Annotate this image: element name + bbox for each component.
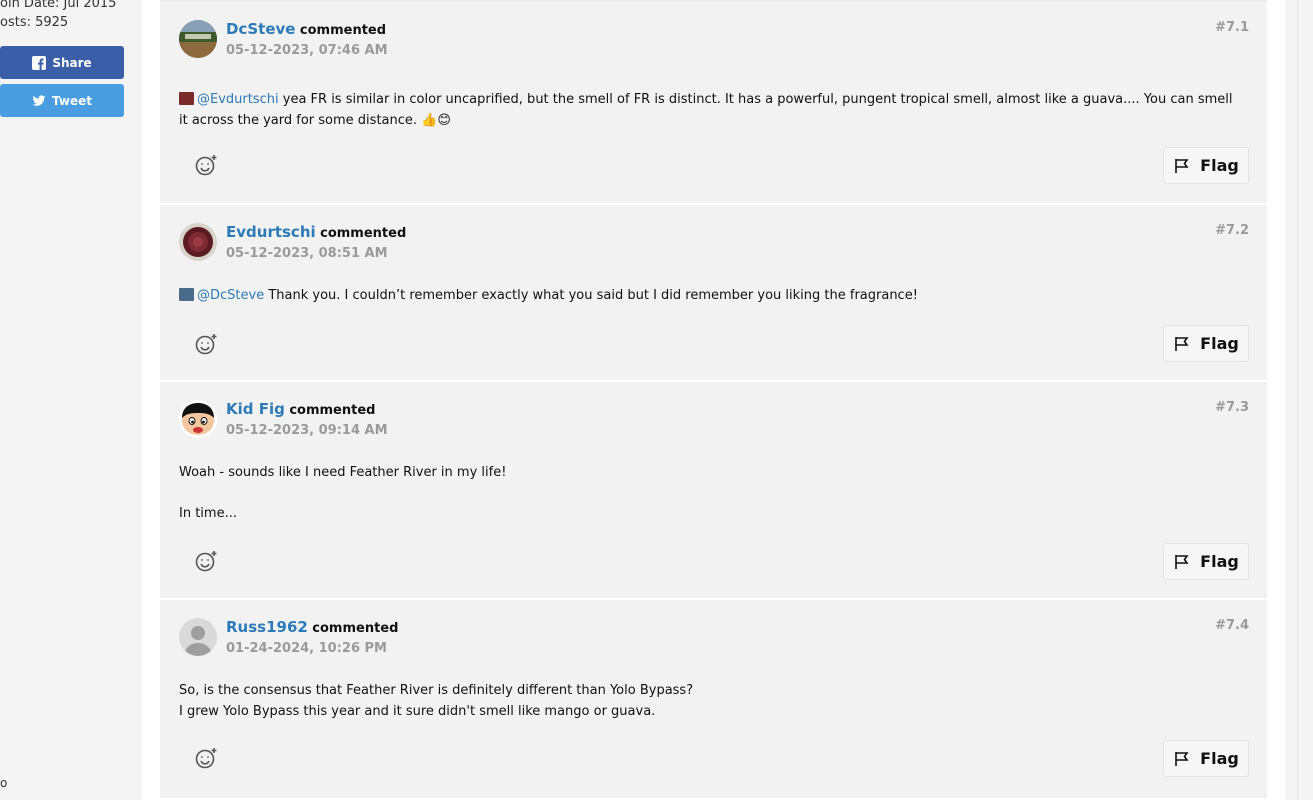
commented-label: commented xyxy=(299,23,387,38)
comment-date: 05-12-2023, 08:51 AM xyxy=(226,246,388,261)
join-date: oin Date: Jul 2015 xyxy=(0,0,117,11)
flag-icon xyxy=(1175,751,1189,766)
flag-icon xyxy=(1175,158,1189,173)
flag-button[interactable]: Flag xyxy=(1163,543,1249,580)
flag-label: Flag xyxy=(1200,552,1239,571)
comment-item: Kid Fig commented 05-12-2023, 09:14 AM #… xyxy=(160,382,1267,600)
comment-number[interactable]: #7.1 xyxy=(1215,20,1249,35)
author-link[interactable]: Kid Fig xyxy=(226,400,285,418)
comment-text-line: Woah - sounds like I need Feather River … xyxy=(179,465,507,480)
comment-date: 05-12-2023, 09:14 AM xyxy=(226,423,388,438)
comment-body: @Evdurtschi yea FR is similar in color u… xyxy=(179,89,1239,131)
default-user-avatar-icon[interactable] xyxy=(179,618,217,656)
comment-number[interactable]: #7.4 xyxy=(1215,618,1249,633)
flag-label: Flag xyxy=(1200,156,1239,175)
twitter-icon xyxy=(32,94,46,106)
sidebar: oin Date: Jul 2015 osts: 5925 Share Twee… xyxy=(0,0,142,800)
commented-label: commented xyxy=(289,403,376,418)
comment-body: Woah - sounds like I need Feather River … xyxy=(179,462,1239,524)
comment-text-line: In time... xyxy=(179,506,237,521)
add-reaction-icon[interactable] xyxy=(194,746,218,770)
comment-date: 05-12-2023, 07:46 AM xyxy=(226,43,388,58)
scroll-divider xyxy=(1297,0,1298,800)
add-reaction-icon[interactable] xyxy=(194,153,218,177)
tweet-button[interactable]: Tweet xyxy=(0,84,124,117)
author-link[interactable]: DcSteve xyxy=(226,20,295,38)
flag-label: Flag xyxy=(1200,749,1239,768)
flag-button[interactable]: Flag xyxy=(1163,325,1249,362)
flag-icon xyxy=(1175,554,1189,569)
comment-number[interactable]: #7.2 xyxy=(1215,223,1249,238)
author-line: DcSteve commented xyxy=(226,20,386,38)
comment-text-line: I grew Yolo Bypass this year and it sure… xyxy=(179,704,656,719)
comment-list: DcSteve commented 05-12-2023, 07:46 AM #… xyxy=(160,0,1267,800)
author-link[interactable]: Evdurtschi xyxy=(226,223,316,241)
flag-button[interactable]: Flag xyxy=(1163,740,1249,777)
commented-label: commented xyxy=(320,226,407,241)
comment-text: yea FR is similar in color uncaprified, … xyxy=(179,92,1233,128)
flag-icon xyxy=(1175,336,1189,351)
comment-item: DcSteve commented 05-12-2023, 07:46 AM #… xyxy=(160,0,1267,205)
share-label: Share xyxy=(52,55,92,70)
flag-button[interactable]: Flag xyxy=(1163,147,1249,184)
comment-number[interactable]: #7.3 xyxy=(1215,400,1249,415)
commented-label: commented xyxy=(312,621,399,636)
author-line: Russ1962 commented xyxy=(226,618,398,636)
evdurtschi-mini-avatar-icon xyxy=(179,92,194,105)
user-meta: oin Date: Jul 2015 osts: 5925 xyxy=(0,0,116,32)
mention-link[interactable]: @Evdurtschi xyxy=(197,92,279,107)
comment-item: Evdurtschi commented 05-12-2023, 08:51 A… xyxy=(160,205,1267,382)
flag-label: Flag xyxy=(1200,334,1239,353)
kidfig-avatar-icon[interactable] xyxy=(179,400,217,438)
author-line: Evdurtschi commented xyxy=(226,223,406,241)
add-reaction-icon[interactable] xyxy=(194,332,218,356)
comment-date: 01-24-2024, 10:26 PM xyxy=(226,641,387,656)
right-gutter xyxy=(1285,0,1313,800)
comment-item: Russ1962 commented 01-24-2024, 10:26 PM … xyxy=(160,600,1267,800)
facebook-share-button[interactable]: Share xyxy=(0,46,124,79)
dcsteve-avatar-icon[interactable] xyxy=(179,20,217,58)
comment-body: So, is the consensus that Feather River … xyxy=(179,680,1239,722)
facebook-icon xyxy=(32,55,47,70)
post-count: osts: 5925 xyxy=(0,15,69,30)
comment-body: @DcSteve Thank you. I couldn’t remember … xyxy=(179,285,1239,306)
main-panel: DcSteve commented 05-12-2023, 07:46 AM #… xyxy=(142,0,1285,800)
add-reaction-icon[interactable] xyxy=(194,549,218,573)
evdurtschi-avatar-icon[interactable] xyxy=(179,223,217,261)
dcsteve-mini-avatar-icon xyxy=(179,288,194,301)
author-line: Kid Fig commented xyxy=(226,400,375,418)
sidebar-fragment: o xyxy=(0,776,8,790)
comment-text-line: So, is the consensus that Feather River … xyxy=(179,683,694,698)
comment-text: Thank you. I couldn’t remember exactly w… xyxy=(268,288,918,303)
mention-link[interactable]: @DcSteve xyxy=(197,288,264,303)
tweet-label: Tweet xyxy=(52,93,92,108)
author-link[interactable]: Russ1962 xyxy=(226,618,308,636)
